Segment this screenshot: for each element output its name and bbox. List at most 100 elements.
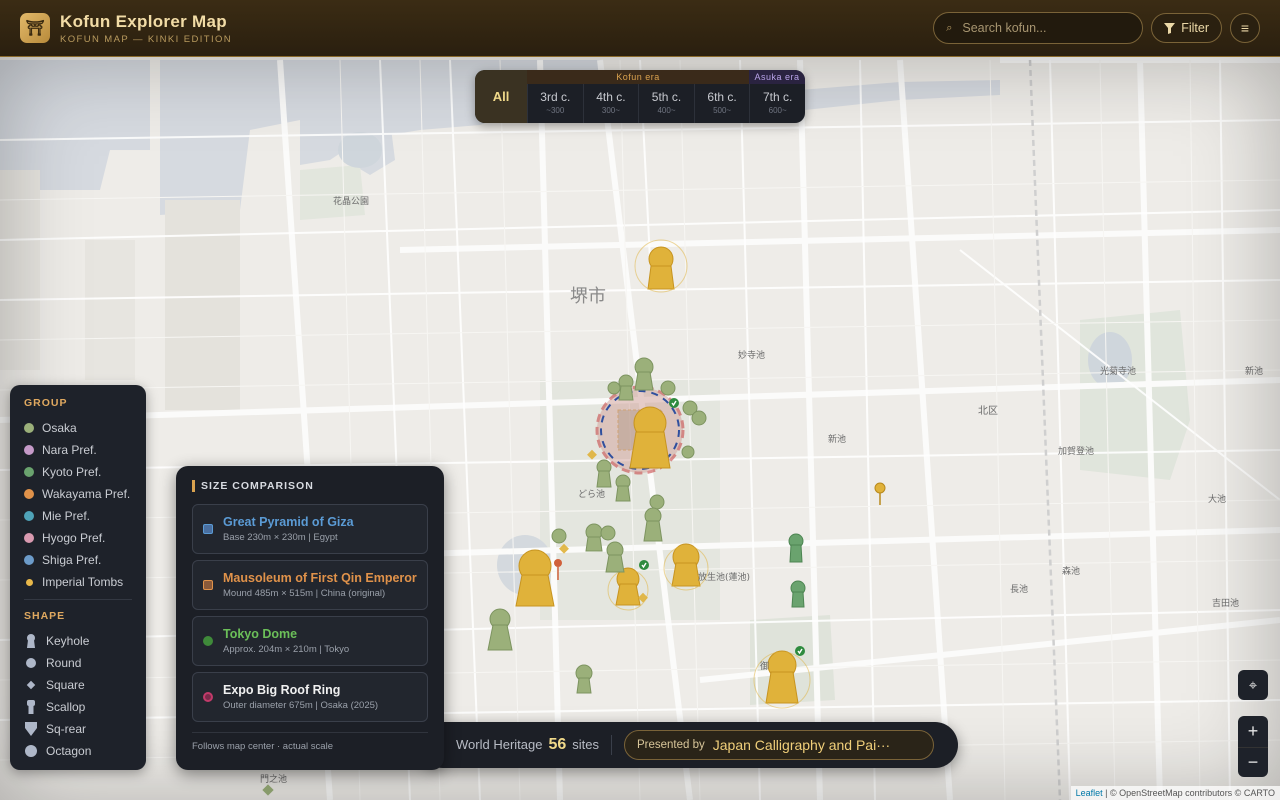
kofun-era-band: Kofun era xyxy=(527,70,749,84)
legend-label: Square xyxy=(46,678,85,692)
legend-group-title: GROUP xyxy=(24,397,68,409)
legend-divider xyxy=(24,599,132,600)
header-actions: ⌕ Filter ≡ xyxy=(933,12,1260,44)
heritage-number: 56 xyxy=(548,736,567,753)
group-color-dot xyxy=(24,555,34,565)
heritage-unit: sites xyxy=(572,737,599,752)
sponsor-name: Japan Calligraphy and Pai··· xyxy=(712,737,891,753)
compare-desc: Outer diameter 675m | Osaka (2025) xyxy=(223,700,379,711)
place-label: 長池 xyxy=(1010,585,1029,595)
era-4th-century[interactable]: 4th c. 300~ xyxy=(582,84,639,123)
legend-label: Round xyxy=(46,656,82,670)
compare-name: Great Pyramid of Giza xyxy=(223,515,354,529)
app-subtitle: KOFUN MAP — KINKI EDITION xyxy=(60,33,233,45)
place-label: 吉田池 xyxy=(1212,599,1240,609)
size-comparison-title: SIZE COMPARISON xyxy=(192,480,428,492)
bottom-divider xyxy=(611,735,612,755)
era-7th-century[interactable]: 7th c. 600~ xyxy=(749,84,805,123)
size-comparison-footer: Follows map center · actual scale xyxy=(192,732,428,752)
era-label: 6th c. xyxy=(707,90,737,104)
era-label: 3rd c. xyxy=(540,90,571,104)
brand: Kofun Explorer Map KOFUN MAP — KINKI EDI… xyxy=(60,12,232,45)
era-5th-century[interactable]: 5th c. 400~ xyxy=(638,84,694,123)
era-3rd-century[interactable]: 3rd c. ~300 xyxy=(527,84,583,123)
hamburger-icon: ≡ xyxy=(1240,20,1250,36)
legend-shape-round[interactable]: Round xyxy=(24,652,132,674)
presented-by-label: Presented by xyxy=(637,739,705,751)
compare-swatch xyxy=(203,692,213,702)
era-6th-century[interactable]: 6th c. 500~ xyxy=(693,84,750,123)
legend-label: Sq-rear xyxy=(46,722,87,736)
search-input[interactable] xyxy=(962,21,1113,35)
legend-label: Keyhole xyxy=(46,634,90,648)
menu-button[interactable]: ≡ xyxy=(1230,13,1260,43)
app-header: ⛩ Kofun Explorer Map KOFUN MAP — KINKI E… xyxy=(0,0,1280,57)
group-color-dot xyxy=(24,423,34,433)
world-heritage-count: World Heritage 56 sites xyxy=(456,736,599,754)
legend-shape-sq-rear[interactable]: Sq-rear xyxy=(24,718,132,740)
group-color-dot xyxy=(24,467,34,477)
legend-group-wakayama[interactable]: Wakayama Pref. xyxy=(24,483,132,505)
legend-label: Hyogo Pref. xyxy=(42,531,106,545)
era-all-button[interactable]: All xyxy=(475,70,527,123)
legend-group-kyoto[interactable]: Kyoto Pref. xyxy=(24,461,132,483)
compare-giza-pyramid[interactable]: Great Pyramid of Giza Base 230m × 230m |… xyxy=(192,504,428,554)
filter-button[interactable]: Filter xyxy=(1151,13,1222,43)
legend-label: Shiga Pref. xyxy=(42,553,102,567)
place-label: 花晶公園 xyxy=(333,197,370,207)
compare-swatch xyxy=(203,580,213,590)
era-filter: All Kofun era Asuka era 3rd c. ~300 4th … xyxy=(475,70,805,123)
legend-group-shiga[interactable]: Shiga Pref. xyxy=(24,549,132,571)
legend-shape-octagon[interactable]: Octagon xyxy=(24,740,132,762)
place-label: 森池 xyxy=(1062,567,1081,577)
place-label: 妙寺池 xyxy=(738,351,766,361)
place-label: どら池 xyxy=(578,490,606,500)
square-rear-icon xyxy=(24,722,38,736)
place-label: 御 xyxy=(760,662,770,672)
sponsor-link[interactable]: Presented by Japan Calligraphy and Pai··… xyxy=(624,730,934,760)
keyhole-icon xyxy=(24,634,38,648)
place-label: 光菊寺池 xyxy=(1100,367,1137,377)
place-label: 大池 xyxy=(1208,495,1227,505)
plus-icon: + xyxy=(1247,721,1259,741)
compare-name: Mausoleum of First Qin Emperor xyxy=(223,571,417,585)
compare-qin-mausoleum[interactable]: Mausoleum of First Qin Emperor Mound 485… xyxy=(192,560,428,610)
leaflet-link[interactable]: Leaflet xyxy=(1076,788,1103,798)
search-box[interactable]: ⌕ xyxy=(933,12,1144,44)
legend-label: Osaka xyxy=(42,421,77,435)
legend-group-nara[interactable]: Nara Pref. xyxy=(24,439,132,461)
filter-label: Filter xyxy=(1181,21,1209,35)
locate-button[interactable]: ⌖ xyxy=(1238,670,1268,700)
group-color-dot xyxy=(25,578,33,586)
heritage-label: World Heritage xyxy=(456,737,543,752)
legend-group-imperial[interactable]: Imperial Tombs xyxy=(24,571,132,593)
legend-label: Mie Pref. xyxy=(42,509,91,523)
legend-group-osaka[interactable]: Osaka xyxy=(24,417,132,439)
compare-tokyo-dome[interactable]: Tokyo Dome Approx. 204m × 210m | Tokyo xyxy=(192,616,428,666)
legend-shape-keyhole[interactable]: Keyhole xyxy=(24,630,132,652)
search-icon: ⌕ xyxy=(946,21,953,34)
legend-shape-scallop[interactable]: Scallop xyxy=(24,696,132,718)
legend-label: Nara Pref. xyxy=(42,443,97,457)
zoom-in-button[interactable]: + xyxy=(1238,716,1268,747)
crosshair-icon: ⌖ xyxy=(1248,676,1258,694)
round-icon xyxy=(24,658,38,668)
era-year: 300~ xyxy=(601,106,620,115)
legend-shape-title: SHAPE xyxy=(24,610,66,622)
torii-logo-icon: ⛩ xyxy=(20,13,50,43)
era-year: 400~ xyxy=(657,106,676,115)
era-label: 4th c. xyxy=(596,90,626,104)
compare-expo-ring[interactable]: Expo Big Roof Ring Outer diameter 675m |… xyxy=(192,672,428,722)
octagon-icon xyxy=(24,745,38,757)
legend-group-hyogo[interactable]: Hyogo Pref. xyxy=(24,527,132,549)
era-year: ~300 xyxy=(546,106,565,115)
legend-shape-square[interactable]: Square xyxy=(24,674,132,696)
compare-desc: Approx. 204m × 210m | Tokyo xyxy=(223,644,350,655)
city-label: 堺市 xyxy=(570,286,606,307)
place-label: 新池 xyxy=(1245,367,1264,377)
legend-group-mie[interactable]: Mie Pref. xyxy=(24,505,132,527)
zoom-out-button[interactable]: − xyxy=(1238,747,1268,777)
asuka-era-band: Asuka era xyxy=(749,70,805,84)
era-columns: Kofun era Asuka era 3rd c. ~300 4th c. 3… xyxy=(527,70,805,123)
era-label: 5th c. xyxy=(651,90,682,104)
